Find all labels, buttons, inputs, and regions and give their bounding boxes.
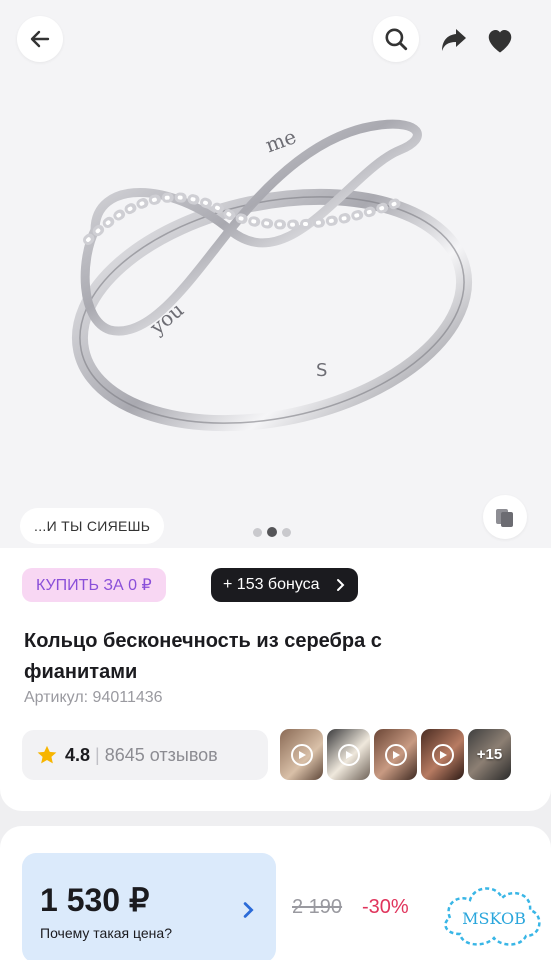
back-button[interactable]: [17, 16, 63, 62]
buy-for-zero-button[interactable]: КУПИТЬ ЗА 0 ₽: [22, 568, 166, 602]
mskob-watermark-logo: MSKOB: [444, 887, 541, 946]
discount-percent: -30%: [362, 896, 409, 918]
review-video-thumb[interactable]: [327, 729, 370, 780]
chevron-right-icon: [243, 902, 254, 918]
search-icon: [385, 28, 408, 51]
review-video-thumb[interactable]: [280, 729, 323, 780]
rating-reviews-button[interactable]: 4.8 | 8645 отзывов: [22, 730, 268, 780]
share-button[interactable]: [436, 22, 472, 58]
more-media-count: +15: [476, 746, 503, 763]
product-sku[interactable]: Артикул: 94011436: [24, 689, 163, 707]
bonus-button[interactable]: + 153 бонуса: [211, 568, 358, 602]
gallery-pagination[interactable]: [253, 527, 291, 537]
product-image-gallery[interactable]: you me S ...И ТЫ СИЯЕШЬ: [0, 0, 551, 550]
product-info-card: КУПИТЬ ЗА 0 ₽ + 153 бонуса Кольцо бескон…: [0, 548, 551, 811]
gallery-slogan: ...И ТЫ СИЯЕШЬ: [20, 508, 165, 544]
play-icon: [384, 743, 407, 766]
engraving-you: you: [144, 297, 188, 339]
review-more-thumb[interactable]: +15: [468, 729, 511, 780]
arrow-left-icon: [30, 30, 50, 48]
play-icon: [431, 743, 454, 766]
product-title-line2: фианитами: [24, 661, 138, 683]
pagination-dot[interactable]: [282, 527, 291, 537]
why-this-price-label: Почему такая цена?: [40, 925, 172, 941]
pagination-dot[interactable]: [253, 527, 262, 537]
hallmark-s: S: [316, 360, 327, 381]
watermark-text: MSKOB: [462, 909, 526, 928]
star-icon: [37, 745, 57, 764]
play-icon: [337, 743, 360, 766]
share-icon: [442, 29, 466, 51]
product-title-line1: Кольцо бесконечность из серебра с: [24, 630, 382, 652]
copy-icon: [496, 509, 513, 527]
ring-image: you me S: [71, 119, 473, 432]
current-price: 1 530 ₽: [40, 882, 150, 918]
old-price: 2 190: [292, 896, 343, 918]
rating-score: 4.8: [65, 744, 91, 765]
similar-button[interactable]: [483, 495, 527, 539]
favorite-button[interactable]: [481, 21, 519, 59]
bonus-label: + 153 бонуса: [223, 576, 320, 593]
rating-separator: |: [95, 744, 100, 765]
engraving-me: me: [262, 124, 299, 157]
review-media-strip[interactable]: +15: [280, 729, 511, 780]
pagination-dot-active[interactable]: [267, 527, 277, 537]
heart-icon: [488, 30, 512, 53]
review-video-thumb[interactable]: [421, 729, 464, 780]
play-icon: [290, 743, 313, 766]
search-button[interactable]: [373, 16, 419, 62]
product-title: Кольцо бесконечность из серебра с фианит…: [24, 626, 504, 688]
reviews-count: 8645 отзывов: [104, 744, 218, 765]
review-video-thumb[interactable]: [374, 729, 417, 780]
chevron-right-icon: [336, 579, 344, 591]
price-info-button[interactable]: 1 530 ₽ Почему такая цена?: [22, 853, 276, 960]
